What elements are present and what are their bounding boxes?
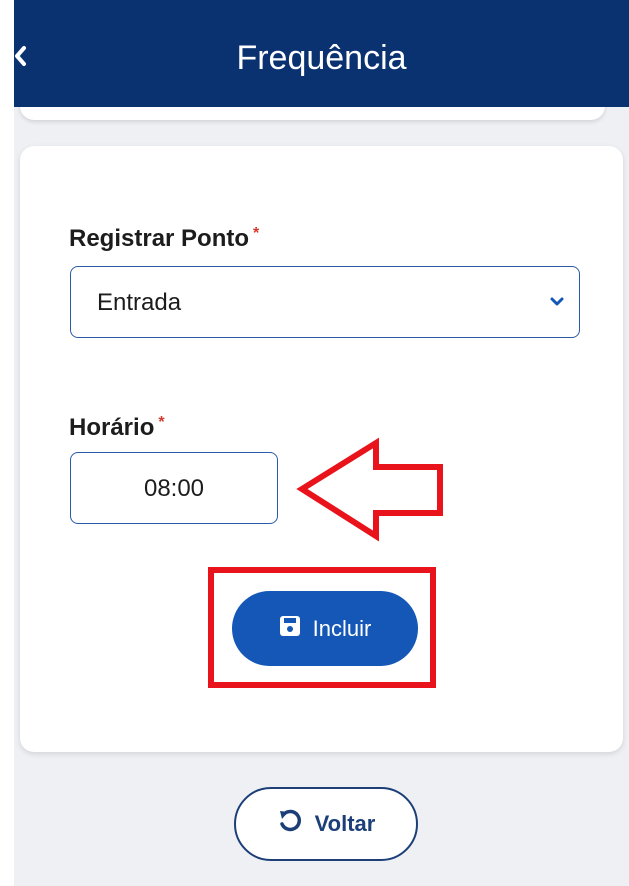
voltar-label: Voltar xyxy=(314,811,376,836)
required-mark: * xyxy=(253,225,260,242)
save-icon xyxy=(279,615,301,643)
horario-label: Horário * xyxy=(69,414,165,442)
incluir-label: Incluir xyxy=(312,615,372,641)
chevron-down-icon xyxy=(549,294,565,310)
header-bottom xyxy=(14,88,629,107)
undo-icon xyxy=(277,808,303,840)
registrar-ponto-select[interactable]: Entrada xyxy=(70,266,580,338)
select-value: Entrada xyxy=(97,289,182,316)
horario-label-text: Horário xyxy=(69,414,155,441)
registrar-ponto-label: Registrar Ponto * xyxy=(69,225,259,253)
annotation-arrow-icon xyxy=(296,437,443,542)
page-title: Frequência xyxy=(236,39,407,77)
registrar-ponto-label-text: Registrar Ponto xyxy=(69,225,250,252)
voltar-button[interactable]: Voltar xyxy=(234,787,418,861)
app-screen: Frequência Registrar Ponto * Entrada Horá… xyxy=(14,0,629,886)
required-mark: * xyxy=(158,414,165,431)
incluir-button[interactable]: Incluir xyxy=(232,591,418,666)
horario-time-input[interactable]: 08:00 xyxy=(70,452,278,524)
